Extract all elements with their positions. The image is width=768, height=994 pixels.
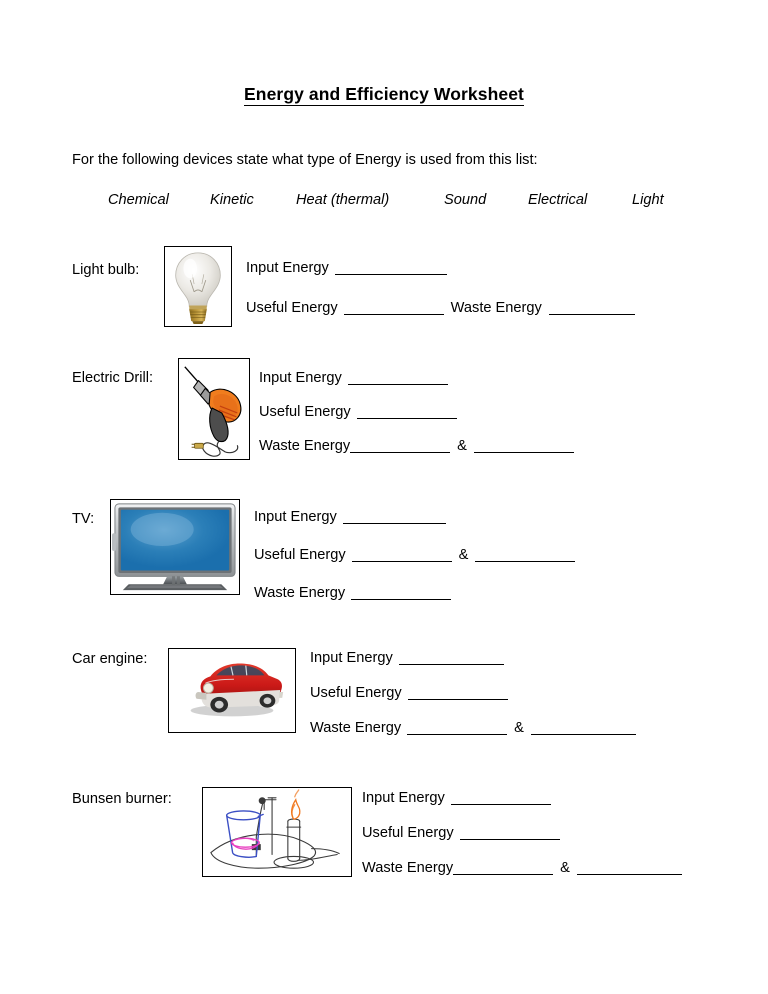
device-label: Light bulb: xyxy=(72,262,140,278)
energy-type-light: Light xyxy=(632,192,664,208)
answer-blank[interactable] xyxy=(407,699,508,700)
car-image xyxy=(168,648,296,733)
answer-blank[interactable] xyxy=(453,874,554,875)
waste-energy-label: Waste Energy xyxy=(254,585,346,601)
energy-type-heat-thermal: Heat (thermal) xyxy=(296,192,390,208)
input-energy-label: Input Energy xyxy=(259,370,342,386)
device-label: Car engine: xyxy=(72,651,148,667)
answer-blank[interactable] xyxy=(347,384,448,385)
answer-blank[interactable] xyxy=(342,523,446,524)
input-energy-label: Input Energy xyxy=(246,260,329,276)
energy-type-chemical: Chemical xyxy=(108,192,169,208)
page-title: Energy and Efficiency Worksheet xyxy=(0,84,768,106)
waste-energy-label: Waste Energy xyxy=(450,300,542,316)
intro-text: For the following devices state what typ… xyxy=(72,152,538,168)
answer-blank[interactable] xyxy=(473,452,574,453)
answer-line: Waste Energy & xyxy=(362,860,682,876)
page-title-text: Energy and Efficiency Worksheet xyxy=(244,84,524,106)
answer-line: Useful Energy xyxy=(362,825,560,841)
light-bulb-image xyxy=(164,246,232,327)
answer-blank[interactable] xyxy=(530,734,636,735)
answer-blank[interactable] xyxy=(398,664,504,665)
answer-blank[interactable] xyxy=(548,314,635,315)
ampersand-label: & xyxy=(457,438,467,454)
energy-type-electrical: Electrical xyxy=(528,192,588,208)
useful-energy-label: Useful Energy xyxy=(254,547,346,563)
answer-line: Waste Energy & xyxy=(259,438,574,454)
answer-line: Input Energy xyxy=(259,370,448,386)
input-energy-label: Input Energy xyxy=(310,650,393,666)
input-energy-label: Input Energy xyxy=(254,509,337,525)
waste-energy-label: Waste Energy xyxy=(310,720,402,736)
useful-energy-label: Useful Energy xyxy=(246,300,338,316)
television-image xyxy=(110,499,240,595)
useful-energy-label: Useful Energy xyxy=(310,685,402,701)
waste-energy-label: Waste Energy xyxy=(259,438,351,454)
ampersand-label: & xyxy=(514,720,524,736)
useful-energy-label: Useful Energy xyxy=(362,825,454,841)
answer-line: Input Energy xyxy=(254,509,446,525)
answer-blank[interactable] xyxy=(351,561,452,562)
energy-type-kinetic: Kinetic xyxy=(210,192,254,208)
bunsen-burner-image xyxy=(202,787,352,877)
energy-type-sound: Sound xyxy=(444,192,487,208)
answer-blank[interactable] xyxy=(343,314,444,315)
answer-blank[interactable] xyxy=(350,452,451,453)
useful-energy-label: Useful Energy xyxy=(259,404,351,420)
electric-drill-image xyxy=(178,358,250,460)
answer-blank[interactable] xyxy=(475,561,576,562)
answer-blank[interactable] xyxy=(407,734,508,735)
answer-blank[interactable] xyxy=(576,874,682,875)
answer-blank[interactable] xyxy=(334,274,447,275)
answer-line: Useful Energy & xyxy=(254,547,576,563)
answer-blank[interactable] xyxy=(450,804,551,805)
input-energy-label: Input Energy xyxy=(362,790,445,806)
answer-line: Useful Energy xyxy=(310,685,508,701)
answer-line: Useful Energy Waste Energy xyxy=(246,300,635,316)
answer-blank[interactable] xyxy=(459,839,560,840)
answer-line: Waste Energy xyxy=(254,585,452,601)
answer-line: Waste Energy & xyxy=(310,720,636,736)
device-label: Electric Drill: xyxy=(72,370,154,386)
waste-energy-label: Waste Energy xyxy=(362,860,454,876)
answer-blank[interactable] xyxy=(356,418,457,419)
answer-line: Useful Energy xyxy=(259,404,457,420)
worksheet-page: Energy and Efficiency Worksheet For the … xyxy=(0,0,768,994)
answer-line: Input Energy xyxy=(362,790,551,806)
device-label: TV: xyxy=(72,511,95,527)
ampersand-label: & xyxy=(560,860,570,876)
answer-line: Input Energy xyxy=(310,650,504,666)
device-label: Bunsen burner: xyxy=(72,791,172,807)
answer-line: Input Energy xyxy=(246,260,447,276)
ampersand-label: & xyxy=(458,547,469,563)
answer-blank[interactable] xyxy=(351,599,452,600)
